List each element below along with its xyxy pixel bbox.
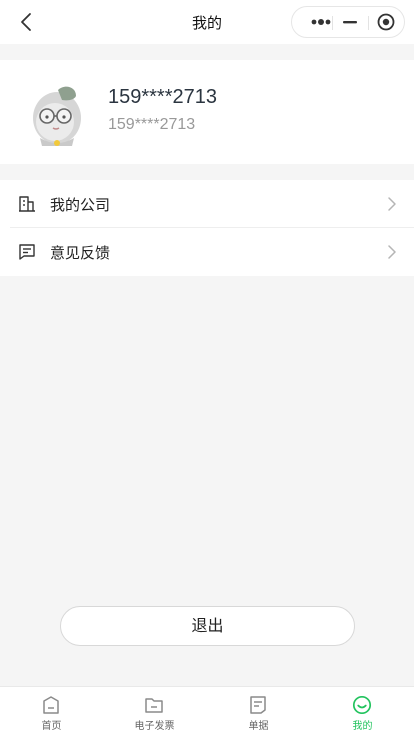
tab-label: 单据 xyxy=(248,721,269,732)
minimize-icon[interactable] xyxy=(332,7,368,37)
document-icon xyxy=(250,696,266,714)
user-name: 159****2713 xyxy=(108,86,217,108)
tab-label: 我的 xyxy=(352,721,373,732)
tab-mine[interactable]: 我的 xyxy=(311,687,414,736)
tab-label: 电子发票 xyxy=(134,721,175,732)
target-close-icon[interactable] xyxy=(368,7,404,37)
profile-card: 159****2713 159****2713 xyxy=(0,60,414,164)
menu-item-label: 我的公司 xyxy=(50,196,111,214)
menu-item-my-company[interactable]: 我的公司 xyxy=(0,180,414,228)
menu-list: 我的公司 意见反馈 xyxy=(0,180,414,276)
tab-e-invoice[interactable]: 电子发票 xyxy=(103,687,206,736)
menu-divider xyxy=(10,227,414,228)
tab-home[interactable]: 首页 xyxy=(0,687,103,736)
building-icon xyxy=(19,196,35,212)
smile-icon xyxy=(352,695,372,715)
cartoon-avatar-icon xyxy=(33,86,81,146)
feedback-icon xyxy=(19,244,35,260)
tab-bar: 首页 电子发票 单据 我的 xyxy=(0,686,414,736)
logout-button[interactable]: 退出 xyxy=(60,606,355,646)
menu-item-feedback[interactable]: 意见反馈 xyxy=(0,228,414,276)
chevron-right-icon xyxy=(388,197,396,211)
mini-program-capsule xyxy=(291,6,405,38)
tab-documents[interactable]: 单据 xyxy=(207,687,310,736)
user-account: 159****2713 xyxy=(108,116,196,133)
home-icon xyxy=(43,696,59,714)
navigation-bar: 我的 xyxy=(0,0,414,44)
tab-label: 首页 xyxy=(41,721,62,732)
menu-item-label: 意见反馈 xyxy=(50,244,111,262)
folder-icon xyxy=(145,698,163,713)
chevron-right-icon xyxy=(388,245,396,259)
